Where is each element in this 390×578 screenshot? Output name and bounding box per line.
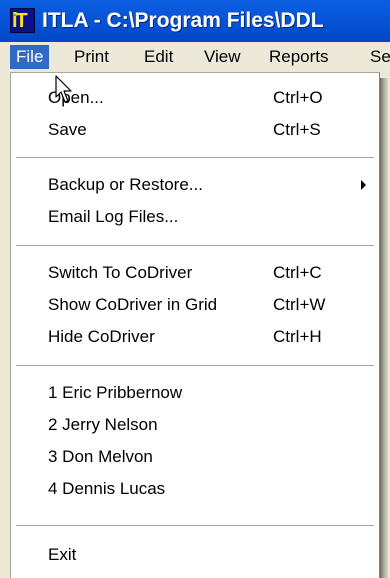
menu-item-label: 1 Eric Pribbernow bbox=[48, 383, 183, 402]
menu-reports[interactable]: Reports bbox=[263, 45, 335, 69]
menu-item-label: Exit bbox=[48, 545, 77, 564]
menu-item-label: Hide CoDriver bbox=[48, 327, 155, 346]
menu-item-recent-3[interactable]: 3 Don Melvon bbox=[11, 441, 379, 473]
menu-item-shortcut: Ctrl+H bbox=[273, 327, 322, 346]
menu-se[interactable]: Se bbox=[364, 45, 390, 69]
menu-bar: File Print Edit View Reports Se bbox=[0, 42, 390, 72]
window-title: ITLA - C:\Program Files\DDL bbox=[42, 9, 324, 32]
menu-item-show-codriver-grid[interactable]: Show CoDriver in Grid Ctrl+W bbox=[11, 289, 379, 321]
menu-separator bbox=[16, 157, 374, 159]
menu-item-recent-2[interactable]: 2 Jerry Nelson bbox=[11, 409, 379, 441]
menu-item-shortcut: Ctrl+W bbox=[273, 295, 326, 314]
menu-item-shortcut: Ctrl+C bbox=[273, 263, 322, 282]
menu-item-shortcut: Ctrl+O bbox=[273, 88, 323, 107]
menu-drop-shadow bbox=[380, 78, 388, 578]
menu-item-exit[interactable]: Exit bbox=[11, 539, 379, 571]
menu-item-recent-1[interactable]: 1 Eric Pribbernow bbox=[11, 377, 379, 409]
menu-file[interactable]: File bbox=[10, 45, 50, 69]
menu-item-backup-restore[interactable]: Backup or Restore... bbox=[11, 169, 379, 201]
file-menu-dropdown: Open... Ctrl+O Save Ctrl+S Backup or Res… bbox=[10, 72, 380, 578]
mouse-pointer-icon bbox=[55, 75, 72, 103]
menu-item-label: Show CoDriver in Grid bbox=[48, 295, 218, 314]
menu-item-email-log-files[interactable]: Email Log Files... bbox=[11, 201, 379, 233]
menu-item-label: 3 Don Melvon bbox=[48, 447, 153, 466]
menu-item-label: 2 Jerry Nelson bbox=[48, 415, 158, 434]
menu-item-label: Switch To CoDriver bbox=[48, 263, 193, 282]
menu-item-hide-codriver[interactable]: Hide CoDriver Ctrl+H bbox=[11, 321, 379, 353]
menu-view[interactable]: View bbox=[198, 45, 247, 69]
menu-separator bbox=[16, 365, 374, 367]
menu-print[interactable]: Print bbox=[68, 45, 115, 69]
menu-item-label: Email Log Files... bbox=[48, 207, 179, 226]
menu-item-label: 4 Dennis Lucas bbox=[48, 479, 166, 498]
menu-item-shortcut: Ctrl+S bbox=[273, 120, 321, 139]
menu-separator bbox=[16, 525, 374, 527]
menu-item-save[interactable]: Save Ctrl+S bbox=[11, 114, 379, 146]
menu-item-switch-codriver[interactable]: Switch To CoDriver Ctrl+C bbox=[11, 257, 379, 289]
menu-item-recent-4[interactable]: 4 Dennis Lucas bbox=[11, 473, 379, 505]
window-left-edge bbox=[0, 72, 10, 578]
itla-app-icon[interactable]: iT bbox=[10, 8, 35, 33]
menu-item-label: Backup or Restore... bbox=[48, 175, 203, 194]
menu-edit[interactable]: Edit bbox=[138, 45, 179, 69]
menu-item-label: Save bbox=[48, 120, 87, 139]
title-bar: iT ITLA - C:\Program Files\DDL bbox=[0, 0, 390, 43]
submenu-arrow-icon bbox=[361, 180, 366, 190]
menu-separator bbox=[16, 245, 374, 247]
